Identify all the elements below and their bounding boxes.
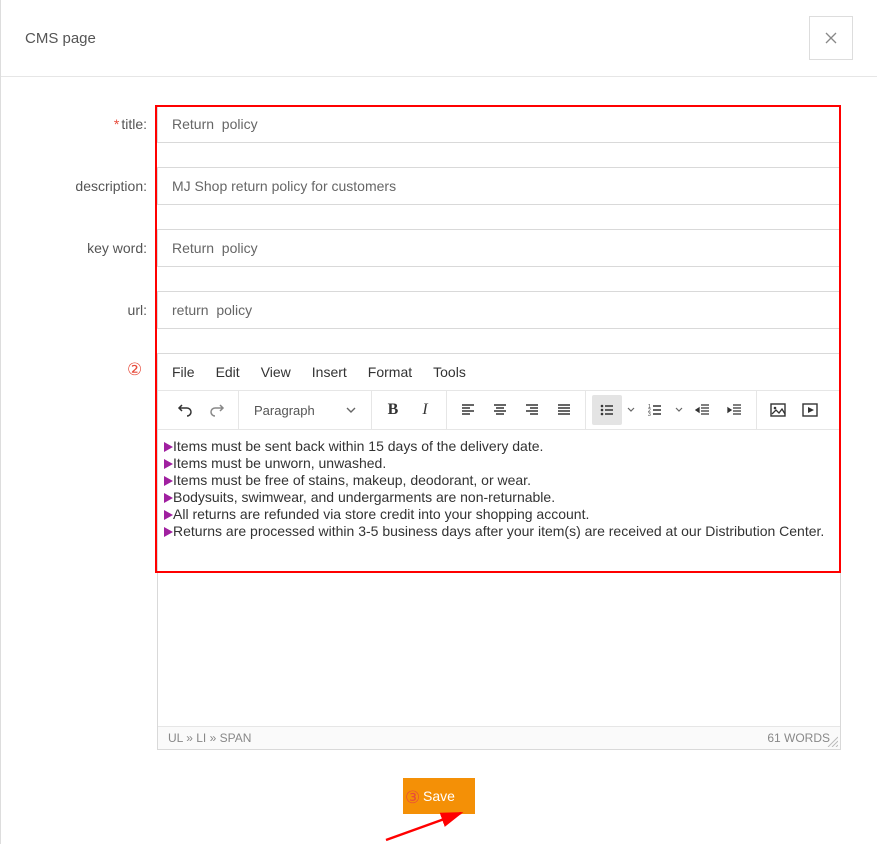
menu-edit[interactable]: Edit (216, 364, 240, 380)
chevron-down-icon (346, 405, 356, 415)
bold-button[interactable]: B (378, 395, 408, 425)
insert-media-button[interactable] (795, 395, 825, 425)
list-item-text: All returns are refunded via store credi… (173, 506, 589, 522)
triangle-bullet-icon (164, 459, 173, 469)
list-item: Items must be free of stains, makeup, de… (164, 472, 834, 489)
outdent-icon (695, 402, 711, 418)
editor-menubar: File Edit View Insert Format Tools (158, 354, 840, 390)
keyword-input[interactable] (157, 229, 841, 267)
close-icon (825, 32, 837, 44)
description-input[interactable] (157, 167, 841, 205)
list-item: Items must be sent back within 15 days o… (164, 438, 834, 455)
image-icon (769, 401, 787, 419)
list-item: All returns are refunded via store credi… (164, 506, 834, 523)
list-item: Bodysuits, swimwear, and undergarments a… (164, 489, 834, 506)
undo-icon (177, 402, 193, 418)
bullet-list-button[interactable] (592, 395, 622, 425)
row-keyword: key word: (37, 229, 841, 267)
row-title: *title: (37, 105, 841, 143)
editor-toolbar: Paragraph B I (158, 390, 840, 430)
label-url: url: (37, 302, 157, 318)
list-item-text: Items must be unworn, unwashed. (173, 455, 386, 471)
align-right-icon (524, 402, 540, 418)
bullet-list-dropdown[interactable] (624, 395, 638, 425)
outdent-button[interactable] (688, 395, 718, 425)
align-justify-icon (556, 402, 572, 418)
triangle-bullet-icon (164, 493, 173, 503)
align-left-button[interactable] (453, 395, 483, 425)
editor-content[interactable]: Items must be sent back within 15 days o… (158, 430, 840, 726)
url-input[interactable] (157, 291, 841, 329)
list-item-text: Items must be sent back within 15 days o… (173, 438, 543, 454)
dom-path: UL » LI » SPAN (168, 731, 251, 745)
editor-wrap: File Edit View Insert Format Tools (157, 353, 841, 750)
label-keyword: key word: (37, 240, 157, 256)
numbered-list-icon: 123 (647, 402, 663, 418)
label-title: *title: (37, 116, 157, 132)
bold-icon: B (388, 401, 399, 419)
numbered-list-dropdown[interactable] (672, 395, 686, 425)
menu-file[interactable]: File (172, 364, 195, 380)
insert-image-button[interactable] (763, 395, 793, 425)
italic-icon: I (422, 401, 427, 419)
annotation-callout-2: ② (127, 360, 142, 380)
chevron-down-icon (675, 406, 683, 414)
row-description: description: (37, 167, 841, 205)
cms-page-modal: CMS page ② *title: description: key word… (0, 0, 877, 844)
italic-button[interactable]: I (410, 395, 440, 425)
chevron-down-icon (627, 406, 635, 414)
redo-button[interactable] (202, 395, 232, 425)
form-area: ② *title: description: key word: url: Fi… (1, 77, 877, 760)
triangle-bullet-icon (164, 510, 173, 520)
media-icon (801, 401, 819, 419)
editor-statusbar: UL » LI » SPAN 61 WORDS (158, 726, 840, 749)
menu-format[interactable]: Format (368, 364, 412, 380)
menu-insert[interactable]: Insert (312, 364, 347, 380)
list-item-text: Items must be free of stains, makeup, de… (173, 472, 531, 488)
svg-text:3: 3 (648, 412, 651, 418)
indent-button[interactable] (720, 395, 750, 425)
row-url: url: (37, 291, 841, 329)
list-item: Items must be unworn, unwashed. (164, 455, 834, 472)
align-justify-button[interactable] (549, 395, 579, 425)
resize-handle[interactable] (826, 735, 838, 747)
triangle-bullet-icon (164, 527, 173, 537)
resize-handle-icon (826, 735, 838, 747)
undo-button[interactable] (170, 395, 200, 425)
paragraph-select[interactable]: Paragraph (245, 395, 365, 425)
menu-view[interactable]: View (261, 364, 291, 380)
title-input[interactable] (157, 105, 841, 143)
numbered-list-button[interactable]: 123 (640, 395, 670, 425)
label-title-text: title: (121, 116, 147, 132)
align-right-button[interactable] (517, 395, 547, 425)
list-item-text: Returns are processed within 3-5 busines… (173, 523, 824, 539)
indent-icon (727, 402, 743, 418)
close-button[interactable] (809, 16, 853, 60)
modal-header: CMS page (1, 0, 877, 77)
rich-text-editor: File Edit View Insert Format Tools (157, 353, 841, 750)
modal-footer: Save (1, 760, 877, 844)
paragraph-select-label: Paragraph (254, 403, 315, 418)
list-item: Returns are processed within 3-5 busines… (164, 523, 834, 540)
redo-icon (209, 402, 225, 418)
modal-title: CMS page (25, 30, 96, 47)
required-asterisk: * (114, 116, 119, 132)
align-center-icon (492, 402, 508, 418)
bullet-list-icon (599, 402, 615, 418)
align-left-icon (460, 402, 476, 418)
label-description: description: (37, 178, 157, 194)
list-item-text: Bodysuits, swimwear, and undergarments a… (173, 489, 555, 505)
triangle-bullet-icon (164, 476, 173, 486)
annotation-callout-3: ③ (405, 788, 420, 808)
align-center-button[interactable] (485, 395, 515, 425)
menu-tools[interactable]: Tools (433, 364, 466, 380)
triangle-bullet-icon (164, 442, 173, 452)
word-count: 61 WORDS (767, 731, 830, 745)
